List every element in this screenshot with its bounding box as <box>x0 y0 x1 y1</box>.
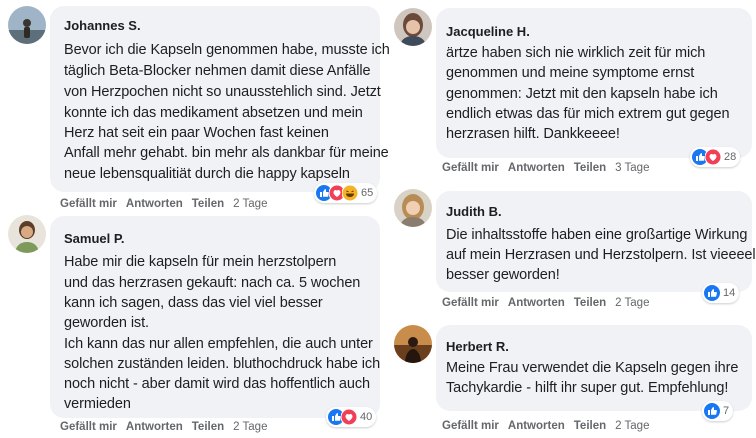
reaction-count: 40 <box>360 411 373 423</box>
comment-text-line: solchen zuständen leiden. bluthochdruck … <box>64 356 381 372</box>
timestamp[interactable]: 2 Tage <box>615 297 649 309</box>
share-button[interactable]: Teilen <box>192 421 224 433</box>
comment-jacqueline: Jacqueline H. ärtze haben sich nie wirkl… <box>384 0 756 180</box>
comment-text-line: Anfall mehr gehabt. bin mehr als dankbar… <box>64 145 389 161</box>
comment-text-line: Habe mir die kapseln für mein herzstolpe… <box>64 254 337 270</box>
share-button[interactable]: Teilen <box>192 198 224 210</box>
reaction-badge[interactable]: 14 <box>702 283 740 303</box>
timestamp[interactable]: 2 Tage <box>233 198 267 210</box>
comment-actions: Gefällt mir Antworten Teilen 2 Tage <box>442 297 658 309</box>
comment-text-line: neue lebensqualitiät durch die happy kap… <box>64 166 350 182</box>
avatar[interactable] <box>8 215 46 253</box>
reply-button[interactable]: Antworten <box>126 198 183 210</box>
comment-herbert: Herbert R. Meine Frau verwendet die Kaps… <box>384 315 756 438</box>
avatar[interactable] <box>394 189 432 227</box>
comment-text-line: Tachykardie - hilft ihr super gut. Empfe… <box>446 380 729 396</box>
comment-text-line: ärtze haben sich nie wirklich zeit für m… <box>446 45 706 61</box>
comment-judith: Judith B. Die inhaltsstoffe haben eine g… <box>384 180 756 315</box>
comment-text-line: Bevor ich die Kapseln genommen habe, mus… <box>64 42 390 58</box>
comment-text-line: täglich Beta-Blocker nehmen damit diese … <box>64 63 371 79</box>
comment-text-line: noch nicht - aber damit wird das hoffent… <box>64 376 370 392</box>
comment-text-line: geworden ist. <box>64 315 149 331</box>
reaction-badge[interactable]: 40 <box>326 407 377 427</box>
comment-text-line: von Herzpochen nicht so unausstehlich si… <box>64 84 381 100</box>
timestamp[interactable]: 2 Tage <box>615 420 649 432</box>
love-icon <box>341 409 357 425</box>
like-button[interactable]: Gefällt mir <box>442 162 499 174</box>
comment-text-line: kann ich sagen, dass das viel viel besse… <box>64 295 323 311</box>
like-button[interactable]: Gefällt mir <box>442 297 499 309</box>
reaction-count: 28 <box>724 151 737 163</box>
reaction-badge[interactable]: 7 <box>702 401 734 421</box>
comment-actions: Gefällt mir Antworten Teilen 2 Tage <box>60 421 276 433</box>
comment-actions: Gefällt mir Antworten Teilen 2 Tage <box>60 198 276 210</box>
comment-text-line: Herz hat seit ein paar Wochen fast keine… <box>64 125 329 141</box>
comment-text-line: vermieden <box>64 396 131 412</box>
reply-button[interactable]: Antworten <box>508 420 565 432</box>
comment-actions: Gefällt mir Antworten Teilen 3 Tage <box>442 162 658 174</box>
comment-text-line: konnte ich das medikament absetzen und m… <box>64 105 363 121</box>
comment-text-line: Meine Frau verwendet die Kapseln gegen i… <box>446 360 739 376</box>
comment-text-line: Ich kann das nur allen empfehlen, die au… <box>64 336 373 352</box>
reply-button[interactable]: Antworten <box>126 421 183 433</box>
haha-icon <box>342 185 358 201</box>
reaction-count: 65 <box>361 187 374 199</box>
like-icon <box>704 285 720 301</box>
like-button[interactable]: Gefällt mir <box>442 420 499 432</box>
comment-text-line: besser geworden! <box>446 267 560 283</box>
author-name[interactable]: Johannes S. <box>64 18 141 33</box>
avatar[interactable] <box>394 8 432 46</box>
reaction-badge[interactable]: 65 <box>314 183 378 203</box>
reaction-count: 14 <box>723 287 736 299</box>
timestamp[interactable]: 2 Tage <box>233 421 267 433</box>
comment-text-line: genommen und meine symptome ernst <box>446 65 695 81</box>
like-icon <box>704 403 720 419</box>
comment-text-line: auf mein Herzrasen und Herzstolpern. Ist… <box>446 247 756 263</box>
comment-text-line: endlich etwas das für mich extrem gut ge… <box>446 106 730 122</box>
avatar[interactable] <box>394 325 432 363</box>
like-button[interactable]: Gefällt mir <box>60 421 117 433</box>
avatar[interactable] <box>8 6 46 44</box>
author-name[interactable]: Judith B. <box>446 204 502 219</box>
timestamp[interactable]: 3 Tage <box>615 162 649 174</box>
reaction-badge[interactable]: 28 <box>690 147 741 167</box>
love-icon <box>705 149 721 165</box>
author-name[interactable]: Jacqueline H. <box>446 24 530 39</box>
share-button[interactable]: Teilen <box>574 297 606 309</box>
reply-button[interactable]: Antworten <box>508 162 565 174</box>
reply-button[interactable]: Antworten <box>508 297 565 309</box>
comment-actions: Gefällt mir Antworten Teilen 2 Tage <box>442 420 658 432</box>
comment-johannes: Johannes S. Bevor ich die Kapseln genomm… <box>0 0 390 215</box>
comment-text-line: herzrasen hilft. Dankkeeee! <box>446 126 620 142</box>
reaction-count: 7 <box>723 405 730 417</box>
share-button[interactable]: Teilen <box>574 420 606 432</box>
like-button[interactable]: Gefällt mir <box>60 198 117 210</box>
comment-text-line: und das herzrasen gekauft: nach ca. 5 wo… <box>64 275 361 291</box>
author-name[interactable]: Samuel P. <box>64 231 124 246</box>
author-name[interactable]: Herbert R. <box>446 339 509 354</box>
comment-samuel: Samuel P. Habe mir die kapseln für mein … <box>0 212 380 438</box>
comment-text-line: Die inhaltsstoffe haben eine großartige … <box>446 227 748 243</box>
share-button[interactable]: Teilen <box>574 162 606 174</box>
comment-text-line: genommen: Jetzt mit den kapseln habe ich <box>446 86 718 102</box>
